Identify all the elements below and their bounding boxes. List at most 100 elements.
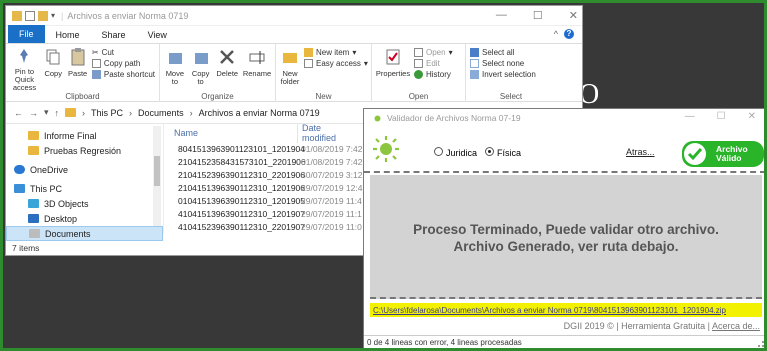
- nav-item-this-pc[interactable]: This PC: [6, 181, 163, 196]
- radio-fisica[interactable]: Física: [485, 147, 521, 158]
- delete-icon: [217, 46, 237, 68]
- chevron-down-icon: ▾: [363, 59, 368, 68]
- output-path-link[interactable]: C:\Users\fdelarosa\Documents\Archivos a …: [370, 303, 762, 317]
- tab-home[interactable]: Home: [45, 27, 91, 43]
- edit-button[interactable]: Edit: [414, 59, 453, 68]
- breadcrumb-documents[interactable]: Documents: [138, 108, 184, 118]
- tab-share[interactable]: Share: [91, 27, 137, 43]
- rename-button[interactable]: Rename: [243, 46, 271, 92]
- pin-quick-access-button[interactable]: Pin to Quick access: [10, 46, 39, 92]
- sun-icon: [374, 115, 381, 121]
- new-item-icon: [304, 48, 313, 57]
- forward-icon[interactable]: →: [29, 108, 38, 118]
- window-controls: — ☐ ✕: [496, 9, 578, 22]
- tab-view[interactable]: View: [137, 27, 178, 43]
- easy-access-button[interactable]: Easy access ▾: [304, 59, 368, 68]
- easy-access-icon: [304, 59, 313, 68]
- nav-scrollbar[interactable]: [153, 126, 161, 226]
- history-icon: [414, 70, 423, 79]
- select-none-button[interactable]: Select none: [470, 59, 536, 68]
- move-to-button[interactable]: Move to: [164, 46, 186, 92]
- help-icon[interactable]: ?: [564, 29, 574, 39]
- column-date-modified[interactable]: Date modified: [297, 123, 357, 143]
- persona-type-radios: Juridica Física: [434, 147, 521, 158]
- result-area: Proceso Terminado, Puede validar otro ar…: [370, 175, 762, 299]
- ribbon-help: ^ ?: [554, 29, 574, 39]
- open-small-buttons: Open ▾ Edit History: [414, 46, 453, 92]
- atras-link[interactable]: Atras...: [626, 147, 655, 157]
- nav-item-desktop[interactable]: Desktop: [6, 211, 163, 226]
- archivo-valido-badge: Archivo Válido: [682, 141, 764, 167]
- paste-button[interactable]: Paste: [67, 46, 87, 92]
- delete-button[interactable]: Delete: [215, 46, 239, 92]
- new-folder-icon: [280, 46, 300, 68]
- copy-path-button[interactable]: Copy path: [91, 59, 155, 68]
- new-item-button[interactable]: New item ▾: [304, 48, 368, 57]
- tab-file[interactable]: File: [8, 25, 45, 43]
- nav-item-informe-final[interactable]: Informe Final: [6, 128, 163, 143]
- nav-item-3d-objects[interactable]: 3D Objects: [6, 196, 163, 211]
- minimize-icon[interactable]: —: [496, 9, 507, 22]
- validator-toolbar: Juridica Física Atras... Archivo Válido: [364, 127, 766, 173]
- title-divider: |: [61, 10, 64, 21]
- back-icon[interactable]: ←: [14, 108, 23, 118]
- radio-button-selected[interactable]: [485, 147, 495, 156]
- nav-item-pruebas-regresion[interactable]: Pruebas Regresión: [6, 143, 163, 158]
- folder-icon: [65, 108, 77, 117]
- copy-path-icon: [91, 59, 101, 68]
- properties-icon[interactable]: [25, 10, 35, 21]
- maximize-icon[interactable]: ☐: [717, 111, 726, 122]
- folder-icon: [28, 131, 39, 140]
- chevron-down-icon[interactable]: ▾: [44, 107, 49, 118]
- organize-group-label: Organize: [201, 92, 234, 101]
- column-name[interactable]: Name: [164, 128, 297, 138]
- copy-button[interactable]: Copy: [43, 46, 63, 92]
- rename-icon: [247, 46, 267, 68]
- nav-item-documents[interactable]: Documents: [6, 226, 163, 241]
- ribbon-collapse-icon[interactable]: ^: [554, 29, 558, 39]
- up-icon[interactable]: ↑: [55, 108, 60, 118]
- validator-window: Validador de Archivos Norma 07-19 — ☐ ✕ …: [363, 108, 767, 350]
- checkmark-icon: [684, 143, 706, 165]
- copy-to-button[interactable]: Copy to: [190, 46, 212, 92]
- close-icon[interactable]: ✕: [569, 9, 578, 22]
- chevron-down-icon: ▾: [352, 48, 357, 57]
- resize-grip-icon[interactable]: [758, 341, 764, 347]
- ribbon-tabs: File Home Share View: [6, 25, 582, 44]
- validator-status-bar: 0 de 4 lineas con error, 4 lineas proces…: [364, 335, 766, 349]
- open-button[interactable]: Open ▾: [414, 48, 453, 57]
- organize-group: Move to Copy to Delete Rename Organize: [160, 44, 276, 102]
- minimize-icon[interactable]: —: [685, 111, 695, 122]
- properties-button[interactable]: Properties: [376, 46, 410, 92]
- radio-juridica[interactable]: Juridica: [434, 147, 477, 158]
- folder-icon: [28, 146, 39, 155]
- new-folder-icon[interactable]: [38, 10, 48, 21]
- customize-chevron-icon[interactable]: ▾: [51, 11, 55, 21]
- paste-shortcut-button[interactable]: Paste shortcut: [91, 70, 155, 79]
- radio-button[interactable]: [434, 147, 443, 156]
- close-icon[interactable]: ✕: [748, 111, 756, 122]
- breadcrumb-separator: ›: [189, 107, 193, 118]
- history-button[interactable]: History: [414, 70, 453, 79]
- breadcrumb-this-pc[interactable]: This PC: [91, 108, 123, 118]
- maximize-icon[interactable]: ☐: [533, 9, 543, 22]
- properties-icon: [383, 46, 403, 68]
- select-small-buttons: Select all Select none Invert selection: [470, 46, 536, 92]
- invert-selection-button[interactable]: Invert selection: [470, 70, 536, 79]
- new-folder-button[interactable]: New folder: [280, 46, 300, 92]
- explorer-title-bar: ▾ | Archivos a enviar Norma 0719 — ☐ ✕: [6, 6, 582, 26]
- breadcrumb-current-folder[interactable]: Archivos a enviar Norma 0719: [199, 108, 320, 118]
- scrollbar-thumb[interactable]: [154, 156, 160, 186]
- select-all-button[interactable]: Select all: [470, 48, 536, 57]
- computer-icon: [14, 184, 25, 193]
- pin-icon: [14, 46, 34, 66]
- copy-icon: [43, 46, 63, 68]
- quick-access-toolbar: ▾: [12, 10, 55, 21]
- breadcrumb-separator: ›: [129, 107, 133, 118]
- navigation-pane: Informe Final Pruebas Regresión OneDrive…: [6, 124, 164, 241]
- nav-item-onedrive[interactable]: OneDrive: [6, 162, 163, 177]
- cut-button[interactable]: ✂ Cut: [92, 48, 155, 57]
- desktop-icon: [28, 214, 39, 223]
- acerca-de-link[interactable]: Acerca de...: [712, 321, 760, 331]
- copy-to-icon: [191, 46, 211, 68]
